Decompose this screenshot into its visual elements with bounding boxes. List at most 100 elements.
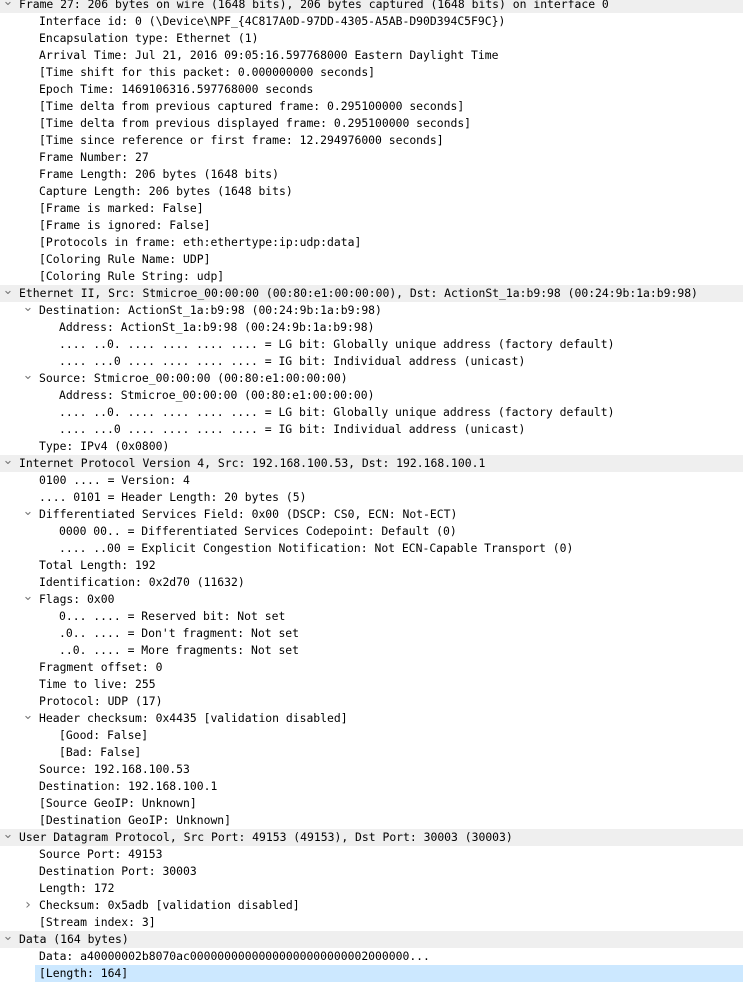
tree-row[interactable]: [Protocols in frame: eth:ethertype:ip:ud… bbox=[0, 234, 743, 251]
tree-row-label: Header checksum: 0x4435 [validation disa… bbox=[39, 711, 348, 725]
tree-row-label: [Coloring Rule String: udp] bbox=[39, 269, 225, 283]
tree-row-label: Epoch Time: 1469106316.597768000 seconds bbox=[39, 82, 314, 96]
tree-row[interactable]: ⌄ Source: Stmicroe_00:00:00 (00:80:e1:00:… bbox=[0, 369, 743, 387]
tree-row[interactable]: Frame Number: 27 bbox=[0, 149, 743, 166]
tree-row-label: Destination: ActionSt_1a:b9:98 (00:24:9b… bbox=[39, 303, 382, 317]
tree-row[interactable]: [Source GeoIP: Unknown] bbox=[0, 795, 743, 812]
tree-row-label: [Frame is ignored: False] bbox=[39, 218, 211, 232]
tree-row-label: [Bad: False] bbox=[59, 745, 142, 759]
tree-row[interactable]: › Checksum: 0x5adb [validation disabled] bbox=[0, 897, 743, 914]
selected-tree-row[interactable]: [Length: 164] bbox=[0, 965, 743, 982]
tree-row-label: .... 0101 = Header Length: 20 bytes (5) bbox=[39, 490, 307, 504]
tree-row[interactable]: Identification: 0x2d70 (11632) bbox=[0, 574, 743, 591]
tree-row[interactable]: Frame Length: 206 bytes (1648 bits) bbox=[0, 166, 743, 183]
tree-row-label: [Good: False] bbox=[59, 728, 149, 742]
tree-row-label: ..0. .... = More fragments: Not set bbox=[59, 643, 300, 657]
tree-row[interactable]: [Stream index: 3] bbox=[0, 914, 743, 931]
tree-row[interactable]: ⌄ Destination: ActionSt_1a:b9:98 (00:24:9… bbox=[0, 301, 743, 319]
protocol-header-row[interactable]: ⌄ Data (164 bytes) bbox=[0, 930, 743, 948]
tree-row[interactable]: Arrival Time: Jul 21, 2016 09:05:16.5977… bbox=[0, 47, 743, 64]
protocol-header-row[interactable]: ⌄ User Datagram Protocol, Src Port: 49153… bbox=[0, 828, 743, 846]
tree-row-label: [Coloring Rule Name: UDP] bbox=[39, 252, 211, 266]
tree-row[interactable]: Fragment offset: 0 bbox=[0, 659, 743, 676]
tree-row[interactable]: Address: ActionSt_1a:b9:98 (00:24:9b:1a:… bbox=[0, 319, 743, 336]
tree-row[interactable]: .... ..0. .... .... .... .... = LG bit: … bbox=[0, 404, 743, 421]
tree-row[interactable]: [Time shift for this packet: 0.000000000… bbox=[0, 64, 743, 81]
tree-row[interactable]: .0.. .... = Don't fragment: Not set bbox=[0, 625, 743, 642]
tree-row-label: Total Length: 192 bbox=[39, 558, 156, 572]
chevron-down-icon[interactable]: ⌄ bbox=[2, 930, 14, 948]
tree-row[interactable]: Address: Stmicroe_00:00:00 (00:80:e1:00:… bbox=[0, 387, 743, 404]
tree-row-label: Source Port: 49153 bbox=[39, 847, 163, 861]
tree-row-label: User Datagram Protocol, Src Port: 49153 … bbox=[19, 830, 513, 844]
tree-row[interactable]: ..0. .... = More fragments: Not set bbox=[0, 642, 743, 659]
tree-row[interactable]: .... ...0 .... .... .... .... = IG bit: … bbox=[0, 353, 743, 370]
tree-row[interactable]: [Frame is marked: False] bbox=[0, 200, 743, 217]
tree-row[interactable]: [Frame is ignored: False] bbox=[0, 217, 743, 234]
tree-row[interactable]: Encapsulation type: Ethernet (1) bbox=[0, 30, 743, 47]
tree-row[interactable]: Total Length: 192 bbox=[0, 557, 743, 574]
tree-row[interactable]: .... ..00 = Explicit Congestion Notifica… bbox=[0, 540, 743, 557]
tree-row[interactable]: Interface id: 0 (\Device\NPF_{4C817A0D-9… bbox=[0, 13, 743, 30]
tree-row-label: .... ...0 .... .... .... .... = IG bit: … bbox=[59, 354, 526, 368]
chevron-down-icon[interactable]: ⌄ bbox=[22, 369, 34, 387]
protocol-header-row[interactable]: ⌄ Frame 27: 206 bytes on wire (1648 bits)… bbox=[0, 0, 743, 13]
tree-row-label: Address: Stmicroe_00:00:00 (00:80:e1:00:… bbox=[59, 388, 375, 402]
tree-row[interactable]: [Destination GeoIP: Unknown] bbox=[0, 812, 743, 829]
tree-row-label: 0100 .... = Version: 4 bbox=[39, 473, 190, 487]
tree-row[interactable]: Protocol: UDP (17) bbox=[0, 693, 743, 710]
tree-row[interactable]: [Bad: False] bbox=[0, 744, 743, 761]
chevron-down-icon[interactable]: ⌄ bbox=[22, 505, 34, 523]
tree-row[interactable]: [Time delta from previous captured frame… bbox=[0, 98, 743, 115]
chevron-down-icon[interactable]: ⌄ bbox=[2, 0, 14, 13]
chevron-down-icon[interactable]: ⌄ bbox=[22, 709, 34, 727]
tree-row-label: .... ..0. .... .... .... .... = LG bit: … bbox=[59, 405, 615, 419]
tree-row-label: Frame Number: 27 bbox=[39, 150, 149, 164]
tree-row[interactable]: Data: a40000002b8070ac000000000000000000… bbox=[0, 948, 743, 965]
tree-row[interactable]: 0000 00.. = Differentiated Services Code… bbox=[0, 523, 743, 540]
tree-row[interactable]: Length: 172 bbox=[0, 880, 743, 897]
tree-row-label: Protocol: UDP (17) bbox=[39, 694, 163, 708]
chevron-down-icon[interactable]: ⌄ bbox=[22, 590, 34, 608]
tree-row[interactable]: 0... .... = Reserved bit: Not set bbox=[0, 608, 743, 625]
tree-row[interactable]: [Coloring Rule Name: UDP] bbox=[0, 251, 743, 268]
tree-row[interactable]: .... 0101 = Header Length: 20 bytes (5) bbox=[0, 489, 743, 506]
tree-row-label: [Frame is marked: False] bbox=[39, 201, 204, 215]
protocol-header-row[interactable]: ⌄ Ethernet II, Src: Stmicroe_00:00:00 (00… bbox=[0, 284, 743, 302]
chevron-right-icon[interactable]: › bbox=[22, 897, 34, 914]
tree-row[interactable]: Time to live: 255 bbox=[0, 676, 743, 693]
tree-row-label: [Time since reference or first frame: 12… bbox=[39, 133, 444, 147]
tree-row[interactable]: Source Port: 49153 bbox=[0, 846, 743, 863]
tree-row[interactable]: Destination: 192.168.100.1 bbox=[0, 778, 743, 795]
tree-row[interactable]: [Good: False] bbox=[0, 727, 743, 744]
tree-row-label: Ethernet II, Src: Stmicroe_00:00:00 (00:… bbox=[19, 286, 698, 300]
tree-row[interactable]: [Time delta from previous displayed fram… bbox=[0, 115, 743, 132]
tree-row[interactable]: ⌄ Flags: 0x00 bbox=[0, 590, 743, 608]
chevron-down-icon[interactable]: ⌄ bbox=[2, 284, 14, 302]
tree-row[interactable]: .... ...0 .... .... .... .... = IG bit: … bbox=[0, 421, 743, 438]
tree-row[interactable]: Epoch Time: 1469106316.597768000 seconds bbox=[0, 81, 743, 98]
tree-row[interactable]: Type: IPv4 (0x0800) bbox=[0, 438, 743, 455]
tree-row-label: .... ..00 = Explicit Congestion Notifica… bbox=[59, 541, 574, 555]
tree-row[interactable]: Source: 192.168.100.53 bbox=[0, 761, 743, 778]
chevron-down-icon[interactable]: ⌄ bbox=[2, 828, 14, 846]
tree-row[interactable]: [Time since reference or first frame: 12… bbox=[0, 132, 743, 149]
chevron-down-icon[interactable]: ⌄ bbox=[2, 454, 14, 472]
tree-row-label: Frame Length: 206 bytes (1648 bits) bbox=[39, 167, 280, 181]
protocol-header-row[interactable]: ⌄ Internet Protocol Version 4, Src: 192.1… bbox=[0, 454, 743, 472]
tree-row[interactable]: ⌄ Differentiated Services Field: 0x00 (DS… bbox=[0, 505, 743, 523]
tree-row-label: Time to live: 255 bbox=[39, 677, 156, 691]
tree-row-label: Encapsulation type: Ethernet (1) bbox=[39, 31, 259, 45]
tree-row-label: Data (164 bytes) bbox=[19, 932, 129, 946]
packet-details-tree[interactable]: ⌄ Frame 27: 206 bytes on wire (1648 bits)… bbox=[0, 0, 743, 982]
tree-row[interactable]: 0100 .... = Version: 4 bbox=[0, 472, 743, 489]
tree-row[interactable]: [Coloring Rule String: udp] bbox=[0, 268, 743, 285]
tree-row[interactable]: Capture Length: 206 bytes (1648 bits) bbox=[0, 183, 743, 200]
tree-row-label: Checksum: 0x5adb [validation disabled] bbox=[39, 898, 300, 912]
chevron-down-icon[interactable]: ⌄ bbox=[22, 301, 34, 319]
tree-row[interactable]: ⌄ Header checksum: 0x4435 [validation dis… bbox=[0, 709, 743, 727]
tree-row-label: Type: IPv4 (0x0800) bbox=[39, 439, 170, 453]
tree-row[interactable]: Destination Port: 30003 bbox=[0, 863, 743, 880]
tree-row-label: [Stream index: 3] bbox=[39, 915, 156, 929]
tree-row[interactable]: .... ..0. .... .... .... .... = LG bit: … bbox=[0, 336, 743, 353]
